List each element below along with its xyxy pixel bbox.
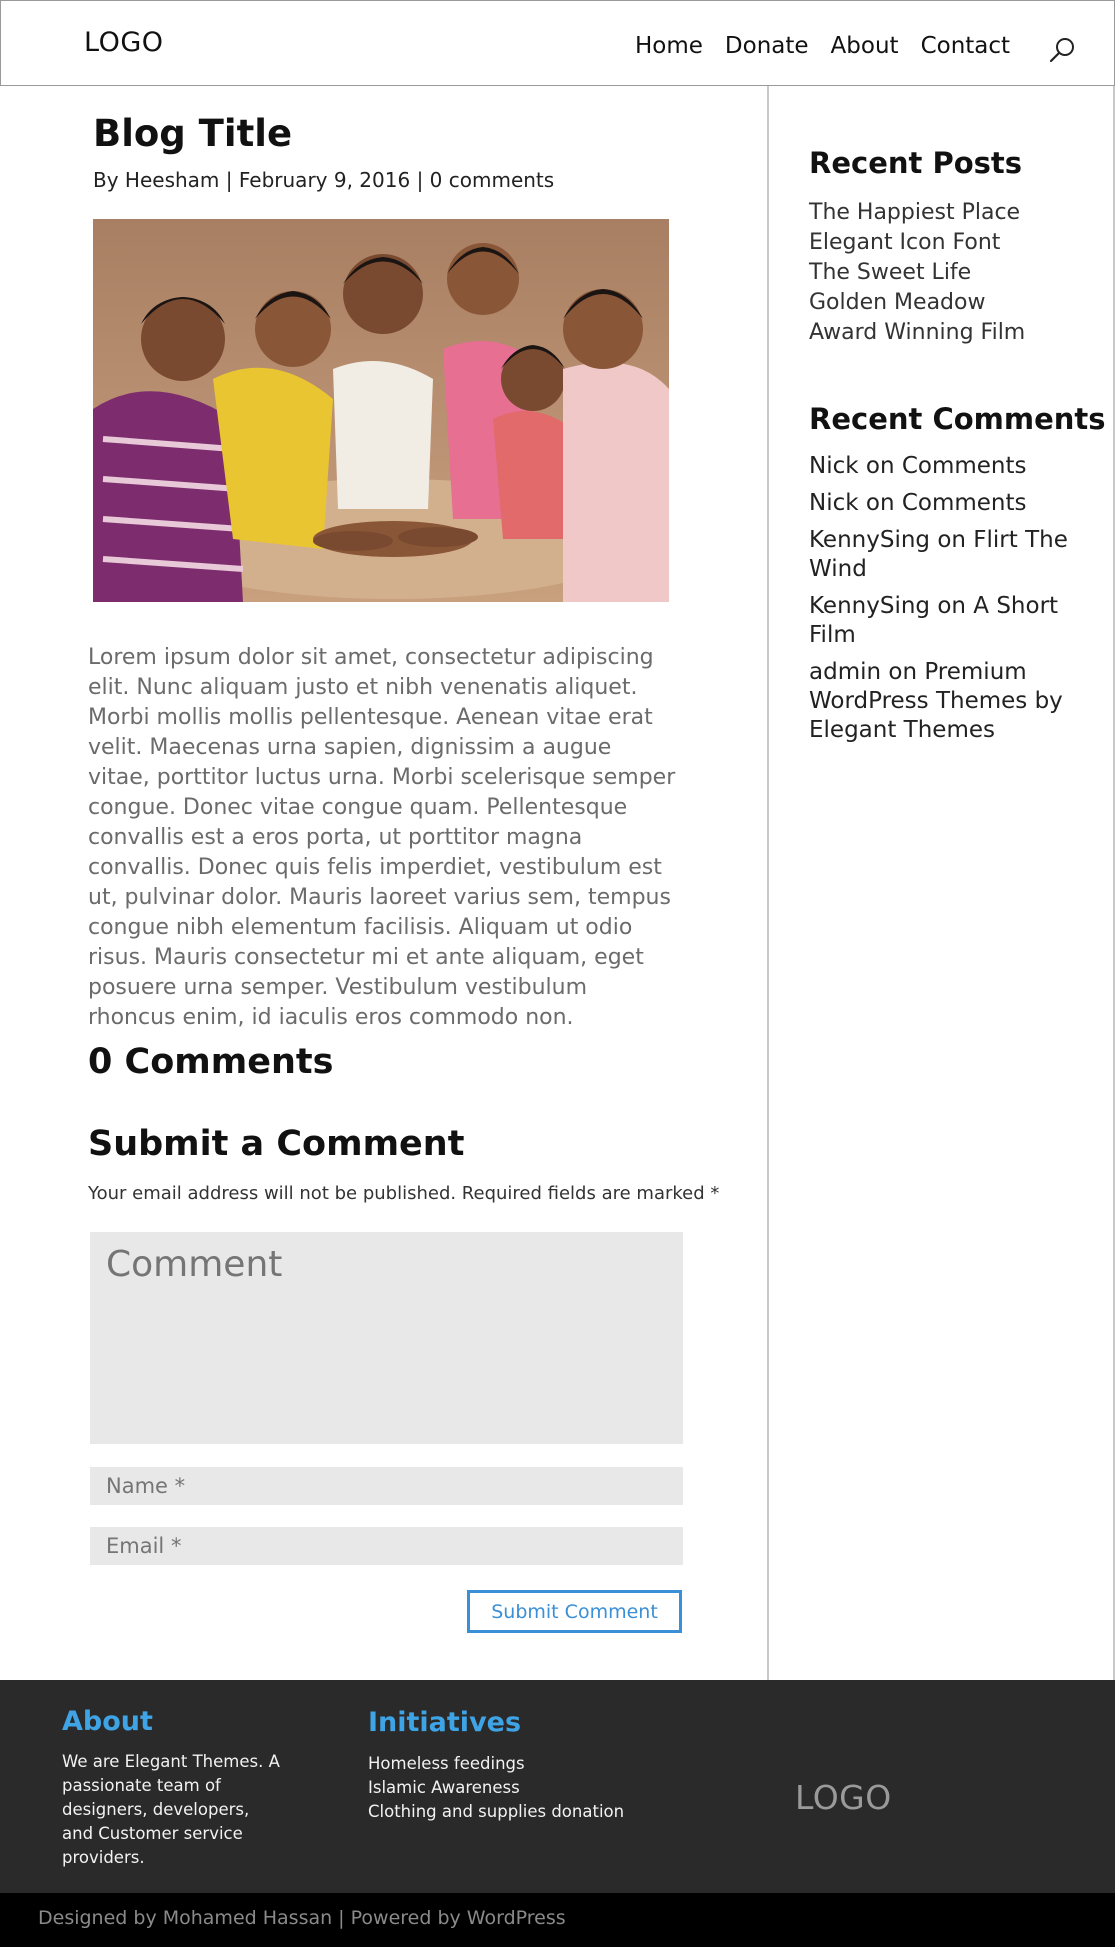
post-comments-link[interactable]: 0 comments xyxy=(430,168,555,192)
recent-comments-list: Nick on Comments Nick on Comments KennyS… xyxy=(809,452,1089,753)
recent-post-item[interactable]: The Sweet Life xyxy=(809,258,1025,288)
recent-comment-item[interactable]: Nick on Comments xyxy=(809,452,1089,481)
footer-about-heading: About xyxy=(62,1706,153,1737)
recent-comments-heading: Recent Comments xyxy=(809,402,1106,436)
nav-about[interactable]: About xyxy=(831,33,899,59)
post-author[interactable]: Heesham xyxy=(125,168,219,192)
recent-post-item[interactable]: Elegant Icon Font xyxy=(809,228,1025,258)
recent-posts-list: The Happiest Place Elegant Icon Font The… xyxy=(809,198,1025,348)
recent-post-item[interactable]: Golden Meadow xyxy=(809,288,1025,318)
post-meta: By Heesham | February 9, 2016 | 0 commen… xyxy=(93,168,554,192)
main-nav: Home Donate About Contact xyxy=(635,33,1032,59)
footer-initiatives-list: Homeless feedings Islamic Awareness Clot… xyxy=(368,1752,624,1824)
comments-count-heading: 0 Comments xyxy=(88,1042,334,1082)
comment-field[interactable] xyxy=(90,1232,683,1444)
meta-separator: | xyxy=(225,168,233,192)
site-header: LOGO Home Donate About Contact xyxy=(0,0,1115,86)
nav-home[interactable]: Home xyxy=(635,33,703,59)
recent-comment-item[interactable]: Nick on Comments xyxy=(809,489,1089,518)
submit-comment-heading: Submit a Comment xyxy=(88,1124,465,1164)
submit-comment-button[interactable]: Submit Comment xyxy=(467,1590,682,1633)
meta-separator: | xyxy=(416,168,424,192)
footer-logo[interactable]: LOGO xyxy=(795,1778,892,1817)
post-date: February 9, 2016 xyxy=(238,168,411,192)
initiative-item[interactable]: Clothing and supplies donation xyxy=(368,1800,624,1824)
nav-donate[interactable]: Donate xyxy=(725,33,809,59)
post-title: Blog Title xyxy=(93,112,293,155)
featured-image xyxy=(93,219,669,602)
recent-comment-item[interactable]: KennySing on Flirt The Wind xyxy=(809,526,1089,584)
initiative-item[interactable]: Homeless feedings xyxy=(368,1752,624,1776)
meta-by: By xyxy=(93,168,119,192)
featured-image-illustration xyxy=(93,219,669,602)
footer-about-text: We are Elegant Themes. A passionate team… xyxy=(62,1752,280,1867)
sidebar-divider xyxy=(767,86,769,1680)
initiative-item[interactable]: Islamic Awareness xyxy=(368,1776,624,1800)
recent-comment-item[interactable]: admin on Premium WordPress Themes by Ele… xyxy=(809,658,1089,745)
search-icon[interactable] xyxy=(1047,35,1077,65)
recent-comment-item[interactable]: KennySing on A Short Film xyxy=(809,592,1089,650)
recent-post-item[interactable]: Award Winning Film xyxy=(809,318,1025,348)
required-notice: Your email address will not be published… xyxy=(88,1183,720,1204)
email-field[interactable] xyxy=(90,1527,683,1565)
recent-posts-heading: Recent Posts xyxy=(809,146,1023,180)
nav-contact[interactable]: Contact xyxy=(921,33,1010,59)
post-body: Lorem ipsum dolor sit amet, consectetur … xyxy=(88,645,676,1030)
recent-post-item[interactable]: The Happiest Place xyxy=(809,198,1025,228)
site-logo[interactable]: LOGO xyxy=(84,27,164,58)
footer-credits: Designed by Mohamed Hassan | Powered by … xyxy=(38,1907,566,1929)
footer-initiatives-heading: Initiatives xyxy=(368,1707,522,1738)
name-field[interactable] xyxy=(90,1467,683,1505)
